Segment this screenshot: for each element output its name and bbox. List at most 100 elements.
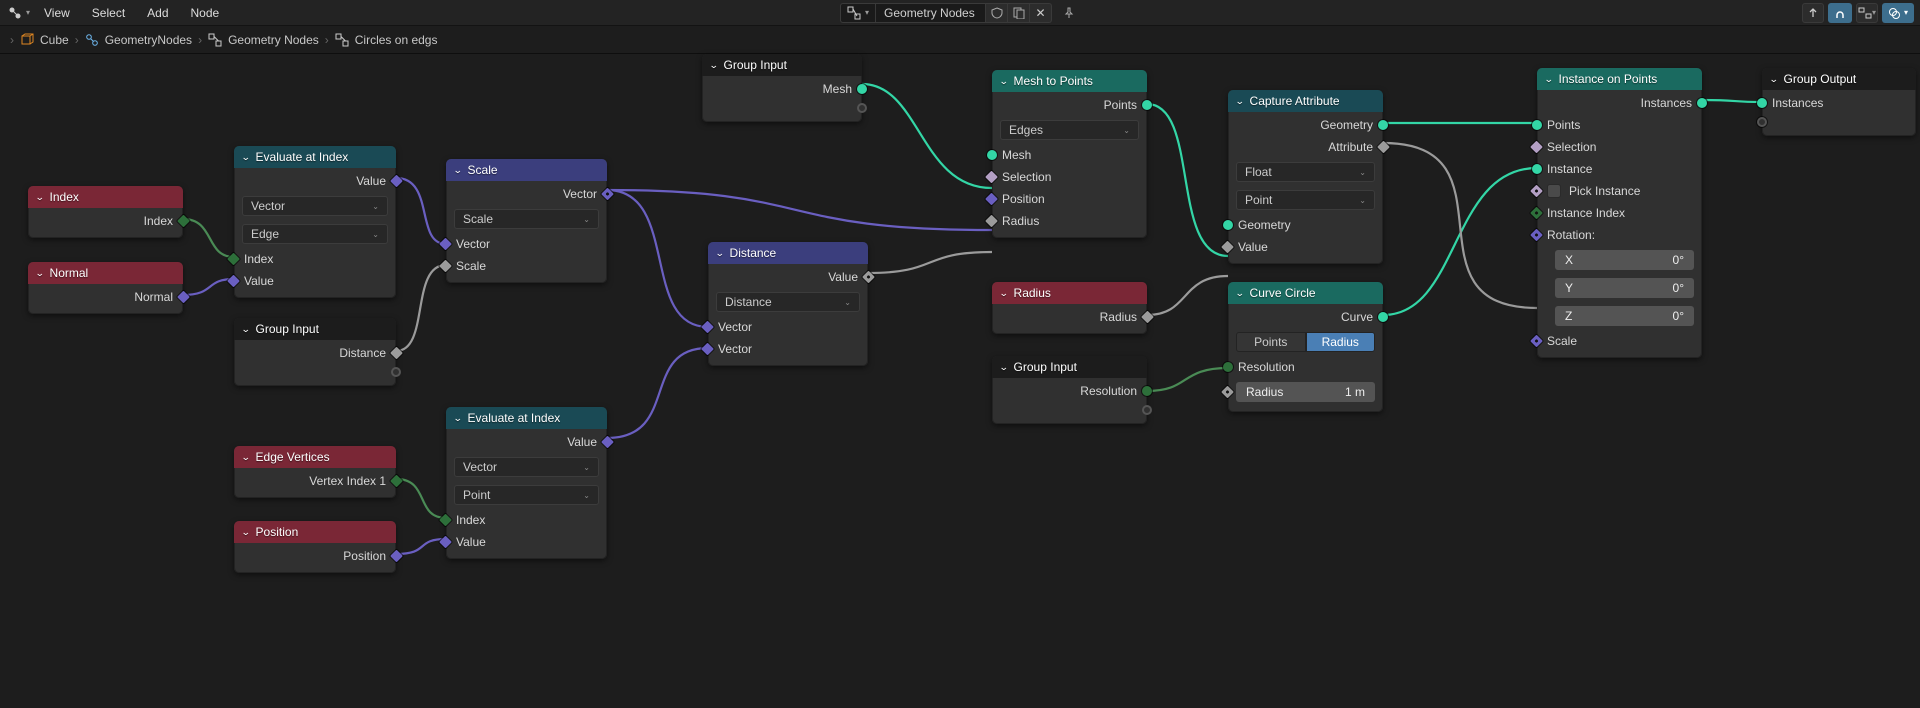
add-output-socket[interactable] xyxy=(391,367,401,377)
data-type-select[interactable]: Vector⌄ xyxy=(242,196,388,216)
rot-z-field[interactable]: Z0° xyxy=(1555,306,1694,326)
socket-vec-out[interactable] xyxy=(390,175,403,188)
menu-view[interactable]: View xyxy=(34,3,80,23)
socket-vec-in[interactable] xyxy=(985,193,998,206)
socket-geom-in[interactable] xyxy=(1757,98,1767,108)
node-distance[interactable]: ⌄Distance Value Distance⌄ Vector Vector xyxy=(708,242,868,366)
breadcrumb-nodetree[interactable]: Geometry Nodes xyxy=(208,33,319,47)
socket-instance-in[interactable] xyxy=(1532,164,1542,174)
socket-int-in[interactable] xyxy=(1223,362,1233,372)
data-type-select[interactable]: Float⌄ xyxy=(1236,162,1375,182)
operation-select[interactable]: Scale⌄ xyxy=(454,209,599,229)
socket-vec-in[interactable] xyxy=(701,343,714,356)
socket-int-out[interactable] xyxy=(177,215,190,228)
breadcrumb-group[interactable]: Circles on edgs xyxy=(335,33,438,47)
node-title: Distance xyxy=(730,246,777,260)
node-edge-vertices[interactable]: ⌄Edge Vertices Vertex Index 1 xyxy=(234,446,396,498)
editor-type-dropdown[interactable]: ▾ xyxy=(6,3,32,23)
socket-float-in[interactable] xyxy=(1221,241,1234,254)
socket-geom-out[interactable] xyxy=(1378,312,1388,322)
node-instance-on-points[interactable]: ⌄Instance on Points Instances Points Sel… xyxy=(1537,68,1702,358)
node-position[interactable]: ⌄Position Position xyxy=(234,521,396,573)
parent-tree-button[interactable] xyxy=(1802,3,1824,23)
socket-int-in[interactable] xyxy=(439,514,452,527)
socket-float-out[interactable] xyxy=(862,271,875,284)
socket-points-in[interactable] xyxy=(1532,120,1542,130)
node-evaluate-at-index-1[interactable]: ⌄Evaluate at Index Value Vector⌄ Edge⌄ I… xyxy=(234,146,396,298)
domain-select[interactable]: Point⌄ xyxy=(1236,190,1375,210)
radius-field[interactable]: Radius1 m xyxy=(1236,382,1375,402)
socket-vec-in[interactable] xyxy=(439,536,452,549)
menu-node[interactable]: Node xyxy=(181,3,230,23)
unlink-nodetree-button[interactable]: ✕ xyxy=(1030,3,1052,23)
node-group-input[interactable]: ⌄Group Input Resolution xyxy=(992,356,1147,424)
socket-pick-in[interactable] xyxy=(1530,185,1543,198)
socket-float-out[interactable] xyxy=(390,347,403,360)
node-group-input[interactable]: ⌄Group Input Mesh xyxy=(702,54,862,122)
rot-y-field[interactable]: Y0° xyxy=(1555,278,1694,298)
socket-geom-in[interactable] xyxy=(1223,220,1233,230)
mode-select[interactable]: Edges⌄ xyxy=(1000,120,1139,140)
socket-geom-out[interactable] xyxy=(1142,100,1152,110)
socket-float-in[interactable] xyxy=(985,215,998,228)
add-input-socket[interactable] xyxy=(1757,117,1767,127)
node-group-input[interactable]: ⌄Group Input Distance xyxy=(234,318,396,386)
socket-vec-out[interactable] xyxy=(601,188,614,201)
menu-select[interactable]: Select xyxy=(82,3,135,23)
domain-select[interactable]: Edge⌄ xyxy=(242,224,388,244)
socket-geometry-out[interactable] xyxy=(857,84,867,94)
node-evaluate-at-index-2[interactable]: ⌄Evaluate at Index Value Vector⌄ Point⌄ … xyxy=(446,407,607,559)
node-editor-canvas[interactable]: ⌄Group Input Mesh ⌄Index Index ⌄Normal N… xyxy=(0,54,1920,708)
node-index[interactable]: ⌄Index Index xyxy=(28,186,183,238)
socket-vec-out[interactable] xyxy=(601,436,614,449)
socket-int-in[interactable] xyxy=(227,253,240,266)
domain-select[interactable]: Point⌄ xyxy=(454,485,599,505)
socket-vec-in[interactable] xyxy=(227,275,240,288)
rot-x-field[interactable]: X0° xyxy=(1555,250,1694,270)
nodetree-type-select[interactable]: ▾ xyxy=(840,3,876,23)
socket-geom-out[interactable] xyxy=(1378,120,1388,130)
snap-type-button[interactable]: ▾ xyxy=(1856,3,1878,23)
node-group-output[interactable]: ⌄Group Output Instances xyxy=(1762,68,1916,136)
node-radius[interactable]: ⌄Radius Radius xyxy=(992,282,1147,334)
socket-int-out[interactable] xyxy=(390,475,403,488)
socket-vec-out[interactable] xyxy=(177,291,190,304)
socket-rotation-in[interactable] xyxy=(1530,229,1543,242)
pin-button[interactable] xyxy=(1058,3,1080,23)
mode-points-button[interactable]: Points xyxy=(1236,332,1306,352)
mode-radius-button[interactable]: Radius xyxy=(1306,332,1376,352)
socket-vec-in[interactable] xyxy=(439,238,452,251)
menu-add[interactable]: Add xyxy=(137,3,178,23)
nodetree-name-field[interactable]: Geometry Nodes xyxy=(876,3,986,23)
snap-toggle[interactable] xyxy=(1828,3,1852,23)
pick-instance-checkbox[interactable] xyxy=(1547,184,1561,198)
socket-scale-in[interactable] xyxy=(1530,335,1543,348)
socket-int-out[interactable] xyxy=(1142,386,1152,396)
socket-float-in[interactable] xyxy=(1221,386,1234,399)
socket-vec-out[interactable] xyxy=(390,550,403,563)
add-output-socket[interactable] xyxy=(857,103,867,113)
socket-label: Resolution xyxy=(1080,384,1137,398)
node-mesh-to-points[interactable]: ⌄Mesh to Points Points Edges⌄ Mesh Selec… xyxy=(992,70,1147,238)
node-normal[interactable]: ⌄Normal Normal xyxy=(28,262,183,314)
socket-float-out[interactable] xyxy=(1141,311,1154,324)
socket-float-out[interactable] xyxy=(1377,141,1390,154)
data-type-select[interactable]: Vector⌄ xyxy=(454,457,599,477)
node-curve-circle[interactable]: ⌄Curve Circle Curve Points Radius Resolu… xyxy=(1228,282,1383,412)
breadcrumb-object[interactable]: Cube xyxy=(20,33,69,47)
node-capture-attribute[interactable]: ⌄Capture Attribute Geometry Attribute Fl… xyxy=(1228,90,1383,264)
add-output-socket[interactable] xyxy=(1142,405,1152,415)
socket-vec-in[interactable] xyxy=(701,321,714,334)
overlay-toggle[interactable]: ▾ xyxy=(1882,3,1914,23)
socket-float-in[interactable] xyxy=(439,260,452,273)
breadcrumb-modifier[interactable]: GeometryNodes xyxy=(85,33,192,47)
socket-geom-out[interactable] xyxy=(1697,98,1707,108)
fake-user-button[interactable] xyxy=(986,3,1008,23)
node-scale[interactable]: ⌄Scale Vector Scale⌄ Vector Scale xyxy=(446,159,607,283)
operation-select[interactable]: Distance⌄ xyxy=(716,292,860,312)
new-nodetree-button[interactable] xyxy=(1008,3,1030,23)
socket-selection-in[interactable] xyxy=(1530,141,1543,154)
socket-index-in[interactable] xyxy=(1530,207,1543,220)
socket-geom-in[interactable] xyxy=(987,150,997,160)
socket-bool-in[interactable] xyxy=(985,171,998,184)
